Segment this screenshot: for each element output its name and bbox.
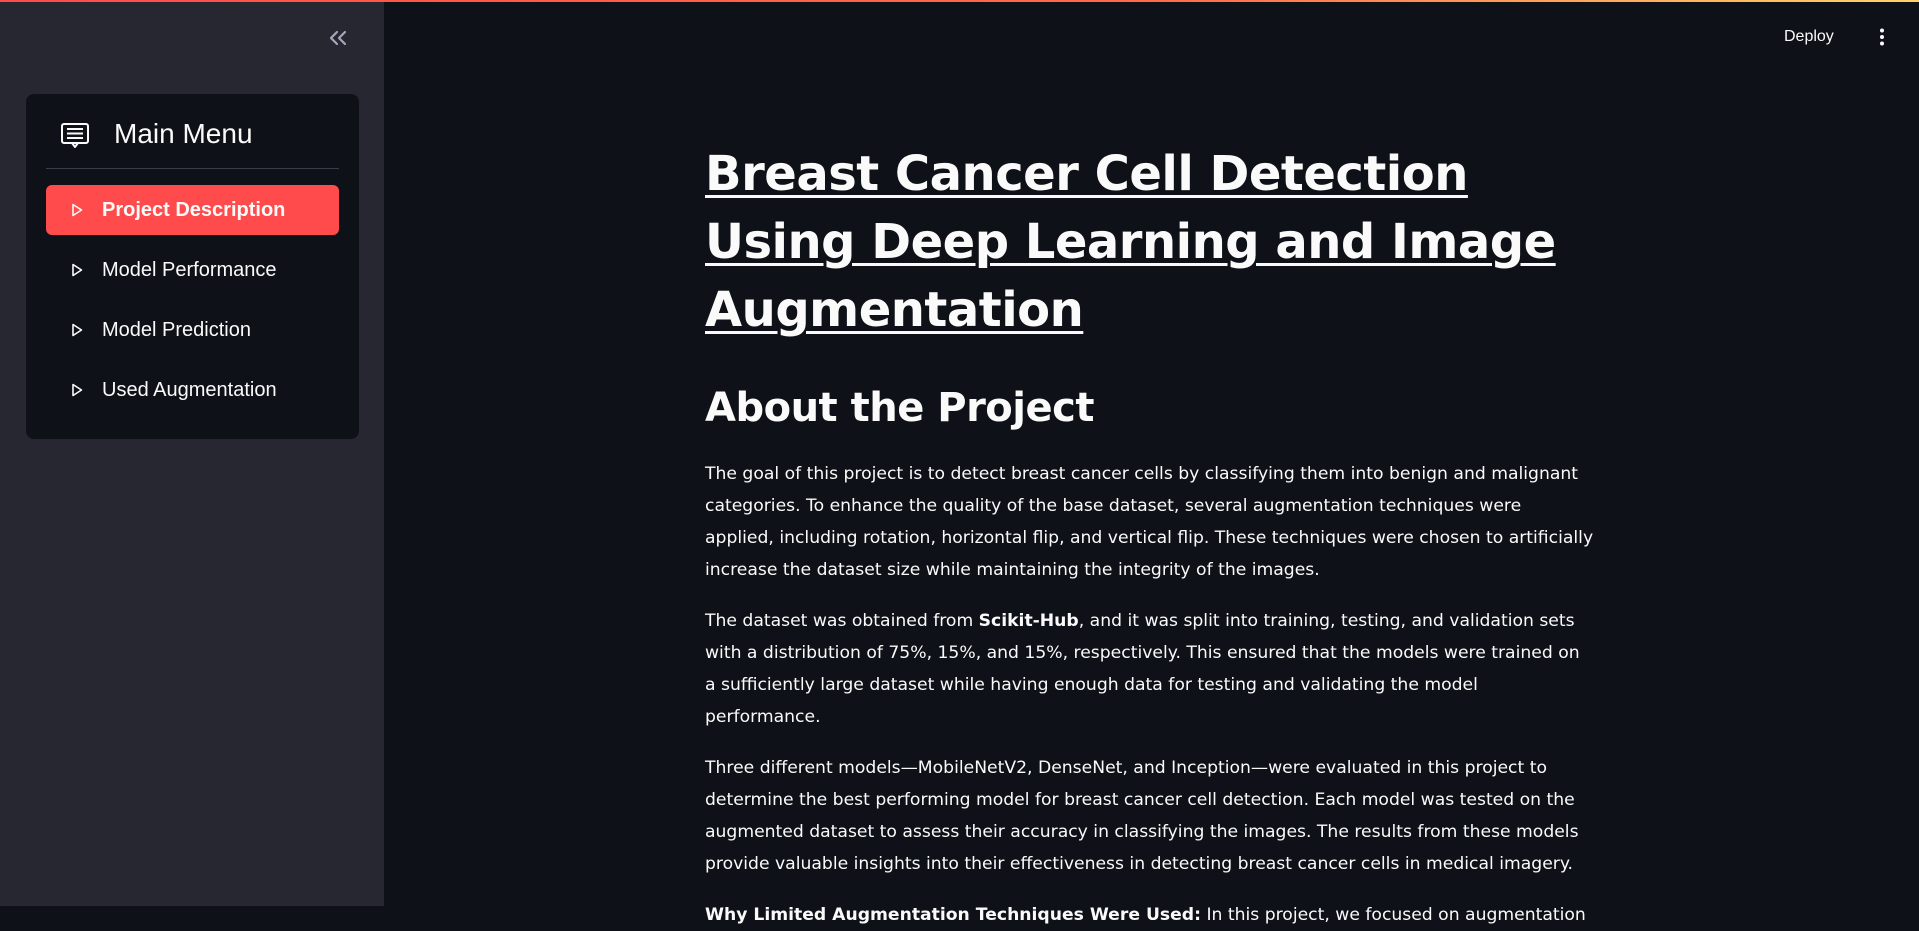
menu-item-label: Model Prediction [102,319,251,341]
top-accent-bar [0,0,1919,2]
sidebar: Main Menu Project Description Model Perf… [0,0,384,906]
deploy-button[interactable]: Deploy [1784,24,1834,50]
collapse-sidebar-button[interactable] [322,22,354,54]
menu-item-label: Project Description [102,199,286,221]
menu-item-model-prediction[interactable]: Model Prediction [46,305,339,355]
paragraph-goal: The goal of this project is to detect br… [705,464,1594,580]
paragraph-text: The dataset was obtained from [705,611,979,631]
menu-item-used-augmentation[interactable]: Used Augmentation [46,365,339,415]
page-title: Breast Cancer Cell Detection Using Deep … [705,146,1556,338]
menu-card-icon [61,123,89,148]
caret-right-icon [72,383,83,397]
menu-item-label: Used Augmentation [102,379,277,401]
main-content: Breast Cancer Cell Detection Using Deep … [705,140,1595,931]
caret-right-icon [72,323,83,337]
paragraph-text: In this project, we focused on augmentat… [1200,905,1586,925]
main-menu-header: Main Menu [26,94,359,168]
menu-item-label: Model Performance [102,259,277,281]
section-title: About the Project [705,385,1094,431]
main-menu-title: Main Menu [114,118,253,149]
paragraph-augmentation-reason: Why Limited Augmentation Techniques Were… [705,899,1595,931]
paragraph-models: Three different models—MobileNetV2, Dens… [705,758,1579,874]
kebab-menu-button[interactable] [1872,24,1892,50]
paragraph-heading: Why Limited Augmentation Techniques Were… [705,905,1201,925]
menu-item-model-performance[interactable]: Model Performance [46,245,339,295]
double-chevron-left-icon [329,30,347,46]
main-menu: Main Menu Project Description Model Perf… [26,94,359,439]
caret-right-icon [72,203,83,217]
paragraph-dataset: The dataset was obtained from Scikit-Hub… [705,605,1595,733]
dataset-source-name: Scikit-Hub [978,611,1079,631]
menu-divider [46,168,339,169]
caret-right-icon [72,263,83,277]
menu-item-project-description[interactable]: Project Description [46,185,339,235]
kebab-menu-icon [1880,28,1884,46]
